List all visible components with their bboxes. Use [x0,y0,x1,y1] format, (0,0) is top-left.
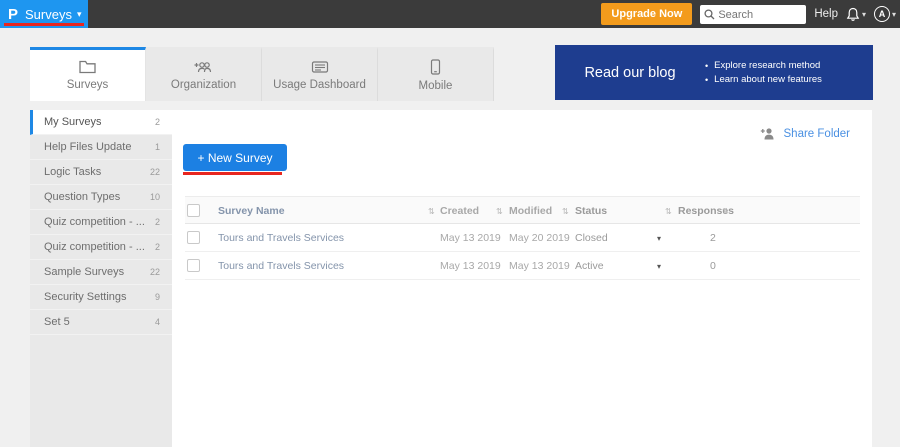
share-person-icon [760,127,776,140]
new-survey-button[interactable]: + New Survey [183,144,287,171]
plus-icon: + [197,151,204,165]
topbar: P Surveys ▾ Upgrade Now Help ▾ A ▾ [0,0,900,28]
app-menu-label: Surveys [25,7,72,22]
tab-surveys[interactable]: Surveys [30,47,146,101]
app-window: P Surveys ▾ Upgrade Now Help ▾ A ▾ [0,0,900,447]
dashboard-card-icon [311,60,329,74]
folder-count: 2 [155,242,160,252]
sort-icon[interactable]: ⇅ [722,197,729,225]
folder-count: 22 [150,267,160,277]
smartphone-icon [430,59,441,75]
folder-count: 9 [155,292,160,302]
select-all-checkbox[interactable] [187,204,200,217]
status-value: Active [575,252,604,280]
folder-count: 1 [155,142,160,152]
status-dropdown[interactable]: ▾ [657,224,661,252]
blog-banner[interactable]: Read our blog •Explore research method •… [555,45,873,100]
app-logo-menu[interactable]: P Surveys ▾ [0,0,88,28]
col-status[interactable]: Status [575,197,607,225]
bullet-icon: • [705,61,708,71]
folder-count: 2 [155,117,160,127]
upgrade-now-button[interactable]: Upgrade Now [601,3,692,25]
avatar: A [874,6,890,22]
col-created[interactable]: Created [440,197,479,225]
sort-icon[interactable]: ⇅ [562,197,569,225]
sidebar-item-sample-surveys[interactable]: Sample Surveys22 [30,260,172,285]
chevron-down-icon: ▾ [77,9,82,20]
sidebar-item-logic-tasks[interactable]: Logic Tasks22 [30,160,172,185]
notifications-button[interactable]: ▾ [846,7,866,22]
survey-name-link[interactable]: Tours and Travels Services [218,224,344,252]
search-box [700,5,806,24]
help-link[interactable]: Help [814,8,838,20]
status-dropdown[interactable]: ▾ [657,252,661,280]
folders-sidebar: My Surveys2 Help Files Update1 Logic Tas… [30,110,172,447]
blog-bullet-list: •Explore research method •Learn about ne… [705,57,822,88]
sidebar-item-help-files-update[interactable]: Help Files Update1 [30,135,172,160]
folder-count: 4 [155,317,160,327]
sidebar-item-my-surveys[interactable]: My Surveys2 [30,110,172,135]
bullet-icon: • [705,75,708,85]
table-header-row: Survey Name ⇅ Created ⇅ Modified ⇅ Statu… [185,196,860,224]
add-people-icon [194,60,213,74]
tab-organization[interactable]: Organization [146,47,262,101]
folder-count: 2 [155,217,160,227]
row-checkbox[interactable] [187,259,200,272]
sort-icon[interactable]: ⇅ [665,197,672,225]
sidebar-item-question-types[interactable]: Question Types10 [30,185,172,210]
surveys-table: Survey Name ⇅ Created ⇅ Modified ⇅ Statu… [185,196,860,280]
table-row: Tours and Travels Services May 13 2019 M… [185,252,860,280]
col-survey-name[interactable]: Survey Name [218,197,285,225]
blog-bullet-item: •Learn about new features [705,74,822,85]
annotation-underline-new-survey [183,172,282,175]
blog-title: Read our blog [555,65,705,81]
created-date: May 13 2019 [440,252,501,280]
table-row: Tours and Travels Services May 13 2019 M… [185,224,860,252]
tab-label: Usage Dashboard [273,79,366,91]
created-date: May 13 2019 [440,224,501,252]
tab-usage-dashboard[interactable]: Usage Dashboard [262,47,378,101]
sidebar-item-set-5[interactable]: Set 54 [30,310,172,335]
sort-icon[interactable]: ⇅ [428,197,435,225]
sidebar-item-quiz-competition-2[interactable]: Quiz competition - ...2 [30,235,172,260]
row-checkbox[interactable] [187,231,200,244]
responses-count: 2 [710,224,716,252]
modified-date: May 13 2019 [509,252,570,280]
brand-logo-icon: P [8,6,18,23]
chevron-down-icon: ▾ [862,10,866,19]
search-icon [704,9,715,20]
sidebar-item-quiz-competition-1[interactable]: Quiz competition - ...2 [30,210,172,235]
sidebar-item-security-settings[interactable]: Security Settings9 [30,285,172,310]
surveys-content: + New Survey Share Folder Survey Name ⇅ … [172,110,872,447]
survey-name-link[interactable]: Tours and Travels Services [218,252,344,280]
folder-count: 10 [150,192,160,202]
tab-label: Organization [171,79,236,91]
status-value: Closed [575,224,608,252]
responses-count: 0 [710,252,716,280]
primary-tabs: Surveys Organization Usage Dashboard Mob… [30,47,494,101]
chevron-down-icon: ▾ [892,10,896,19]
tab-label: Mobile [419,80,453,92]
tab-label: Surveys [67,79,109,91]
sort-icon[interactable]: ⇅ [496,197,503,225]
search-input[interactable] [700,5,806,24]
blog-bullet-item: •Explore research method [705,60,822,71]
tab-mobile[interactable]: Mobile [378,47,494,101]
modified-date: May 20 2019 [509,224,570,252]
topbar-right: Upgrade Now Help ▾ A ▾ [601,0,896,28]
bell-icon [846,7,860,22]
folder-count: 22 [150,167,160,177]
account-menu[interactable]: A ▾ [874,6,896,22]
col-modified[interactable]: Modified [509,197,552,225]
folder-icon [79,60,96,74]
share-folder-link[interactable]: Share Folder [760,127,850,140]
annotation-underline-logo [4,23,84,26]
